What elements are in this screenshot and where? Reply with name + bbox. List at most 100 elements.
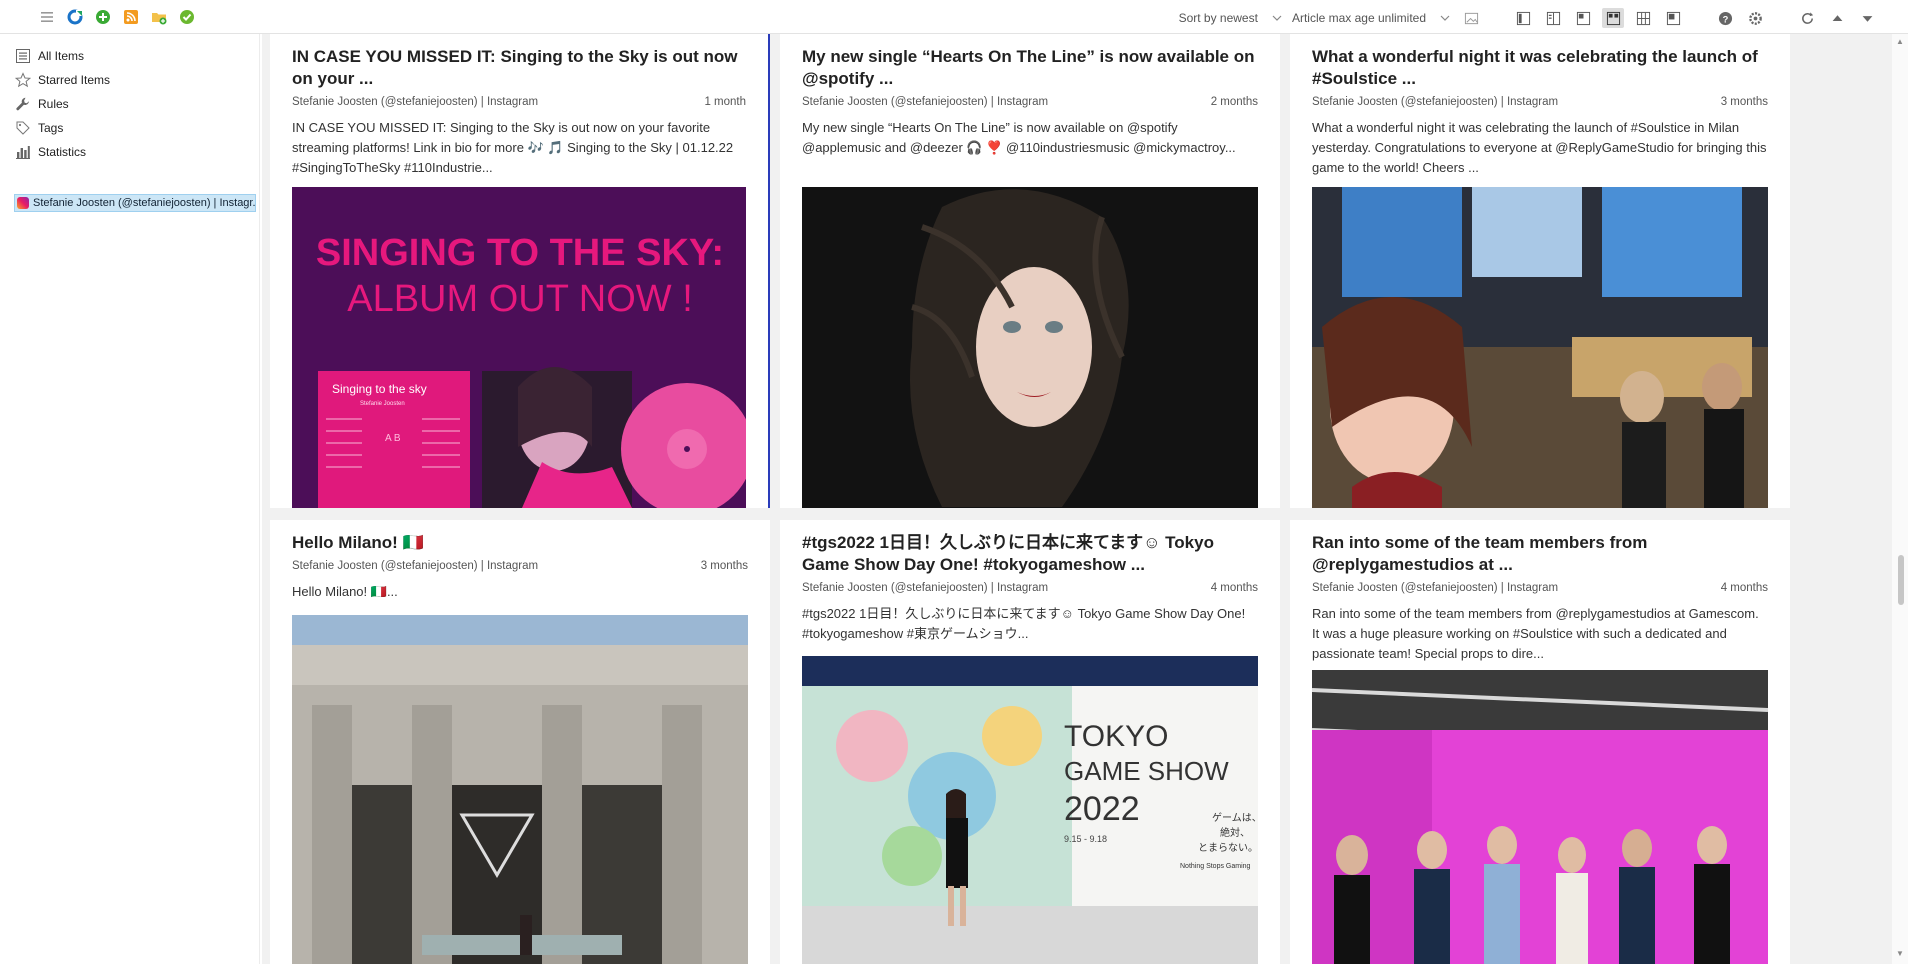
layout-magazine-icon[interactable] [1572,8,1594,28]
article-meta: Stefanie Joosten (@stefaniejoosten) | In… [1312,96,1768,112]
gear-icon[interactable] [1744,8,1766,28]
article-age: 1 month [704,96,746,108]
article-excerpt: IN CASE YOU MISSED IT: Singing to the Sk… [292,120,734,175]
article-age: 3 months [700,560,748,572]
tgs-text-year: 2022 [1064,790,1140,828]
article-excerpt: My new single “Hearts On The Line” is no… [802,120,1236,155]
article-excerpt: #tgs2022 1日目！久しぶりに日本に来てます☺ Tokyo Game Sh… [802,606,1246,641]
article-age: 4 months [1720,582,1768,594]
album-cover-sides: A B [385,433,401,444]
article-image[interactable]: SINGING TO THE SKY: ALBUM OUT NOW ! Sing… [292,187,746,508]
layout-list-icon[interactable] [1512,8,1534,28]
tgs-text-jp3: とまらない。 [1198,842,1258,854]
image-view-icon[interactable] [1460,8,1482,28]
album-cover-artist: Stefanie Joosten [360,401,405,407]
article-title[interactable]: What a wonderful night it was celebratin… [1312,46,1768,90]
article-meta: Stefanie Joosten (@stefaniejoosten) | In… [802,582,1258,598]
article-title[interactable]: IN CASE YOU MISSED IT: Singing to the Sk… [292,46,746,90]
article-source: Stefanie Joosten (@stefaniejoosten) | In… [292,96,539,108]
sidebar-item-starred[interactable]: Starred Items [0,68,259,92]
star-icon [14,71,32,89]
article-age: 4 months [1210,582,1258,594]
article-excerpt: What a wonderful night it was celebratin… [1312,120,1767,175]
article-card[interactable]: What a wonderful night it was celebratin… [1290,34,1790,508]
article-age: 2 months [1210,96,1258,108]
article-meta: Stefanie Joosten (@stefaniejoosten) | In… [1312,582,1768,598]
article-grid: IN CASE YOU MISSED IT: Singing to the Sk… [262,34,1892,964]
tgs-text-date: 9.15 - 9.18 [1064,834,1107,844]
sidebar-item-label: Starred Items [38,73,111,87]
refresh-feeds-icon[interactable] [66,8,84,26]
tgs-text-tagline: Nothing Stops Gaming [1180,863,1251,870]
article-source: Stefanie Joosten (@stefaniejoosten) | In… [1312,582,1559,594]
feed-label: Stefanie Joosten (@stefaniejoosten) | In… [33,197,256,209]
scrollbar-thumb[interactable] [1898,555,1904,605]
article-image[interactable] [1312,670,1768,964]
next-article-icon[interactable] [1856,8,1878,28]
add-feed-icon[interactable] [94,8,112,26]
article-source: Stefanie Joosten (@stefaniejoosten) | In… [802,582,1049,594]
feed-item-stefanie-joosten[interactable]: Stefanie Joosten (@stefaniejoosten) | In… [14,194,256,212]
layout-split-icon[interactable] [1542,8,1564,28]
sidebar-item-label: Statistics [38,145,87,159]
article-source: Stefanie Joosten (@stefaniejoosten) | In… [802,96,1049,108]
scroll-up-arrow-icon[interactable]: ▲ [1895,38,1905,46]
tgs-text-jp2: 絶対、 [1220,826,1250,839]
toolbar-left [38,8,196,26]
article-title[interactable]: #tgs2022 1日目！久しぶりに日本に来てます☺ Tokyo Game Sh… [802,532,1258,576]
sort-dropdown[interactable]: Sort by newest [1179,11,1258,25]
article-meta: Stefanie Joosten (@stefaniejoosten) | In… [802,96,1258,112]
article-card[interactable]: IN CASE YOU MISSED IT: Singing to the Sk… [270,34,770,508]
tag-icon [14,119,32,137]
article-card[interactable]: Hello Milano! 🇮🇹 Stefanie Joosten (@stef… [270,520,770,964]
sidebar-item-rules[interactable]: Rules [0,92,259,116]
age-chevron-down-icon[interactable] [1438,11,1452,25]
article-image[interactable] [1312,187,1768,508]
sidebar-item-label: Tags [38,121,64,135]
mark-all-read-icon[interactable] [178,8,196,26]
article-meta: Stefanie Joosten (@stefaniejoosten) | In… [292,560,748,576]
album-headline-line2: ALBUM OUT NOW ! [347,278,693,320]
article-excerpt: Hello Milano! 🇮🇹... [292,584,398,599]
album-cover-title: Singing to the sky [332,382,427,396]
hamburger-menu-icon[interactable] [38,8,56,26]
layout-expanded-icon[interactable] [1662,8,1684,28]
tgs-text-tokyo: TOKYO [1064,720,1168,753]
article-image[interactable]: TOKYO GAME SHOW 2022 9.15 - 9.18 ゲームは、 絶… [802,656,1258,964]
article-card[interactable]: My new single “Hearts On The Line” is no… [780,34,1280,508]
wrench-icon [14,95,32,113]
article-source: Stefanie Joosten (@stefaniejoosten) | In… [292,560,539,572]
help-icon[interactable]: ? [1714,8,1736,28]
article-image[interactable] [802,187,1258,508]
article-title[interactable]: Hello Milano! 🇮🇹 [292,532,748,554]
tgs-text-game-show: GAME SHOW [1064,756,1229,786]
sort-chevron-down-icon[interactable] [1270,11,1284,25]
article-meta: Stefanie Joosten (@stefaniejoosten) | In… [292,96,746,112]
article-card[interactable]: #tgs2022 1日目！久しぶりに日本に来てます☺ Tokyo Game Sh… [780,520,1280,964]
article-image[interactable] [292,615,748,964]
svg-text:?: ? [1722,14,1728,24]
layout-grid-icon[interactable] [1632,8,1654,28]
rss-feed-icon[interactable] [122,8,140,26]
layout-cards-icon[interactable] [1602,8,1624,28]
bar-chart-icon [14,143,32,161]
add-folder-icon[interactable] [150,8,168,26]
sidebar-item-label: Rules [38,97,69,111]
article-title[interactable]: My new single “Hearts On The Line” is no… [802,46,1258,90]
previous-article-icon[interactable] [1826,8,1848,28]
sidebar-item-tags[interactable]: Tags [0,116,259,140]
reload-icon[interactable] [1796,8,1818,28]
instagram-icon [17,197,29,209]
sidebar-item-all-items[interactable]: All Items [0,44,259,68]
article-age: 3 months [1720,96,1768,108]
tgs-text-jp1: ゲームは、 [1212,812,1258,824]
article-source: Stefanie Joosten (@stefaniejoosten) | In… [1312,96,1559,108]
article-excerpt: Ran into some of the team members from @… [1312,606,1759,661]
scroll-down-arrow-icon[interactable]: ▼ [1895,950,1905,958]
album-headline-line1: SINGING TO THE SKY: [316,232,724,274]
article-card[interactable]: Ran into some of the team members from @… [1290,520,1790,964]
scrollbar-track[interactable] [1892,34,1908,964]
article-title[interactable]: Ran into some of the team members from @… [1312,532,1768,576]
age-dropdown[interactable]: Article max age unlimited [1292,11,1426,25]
sidebar-item-statistics[interactable]: Statistics [0,140,259,164]
